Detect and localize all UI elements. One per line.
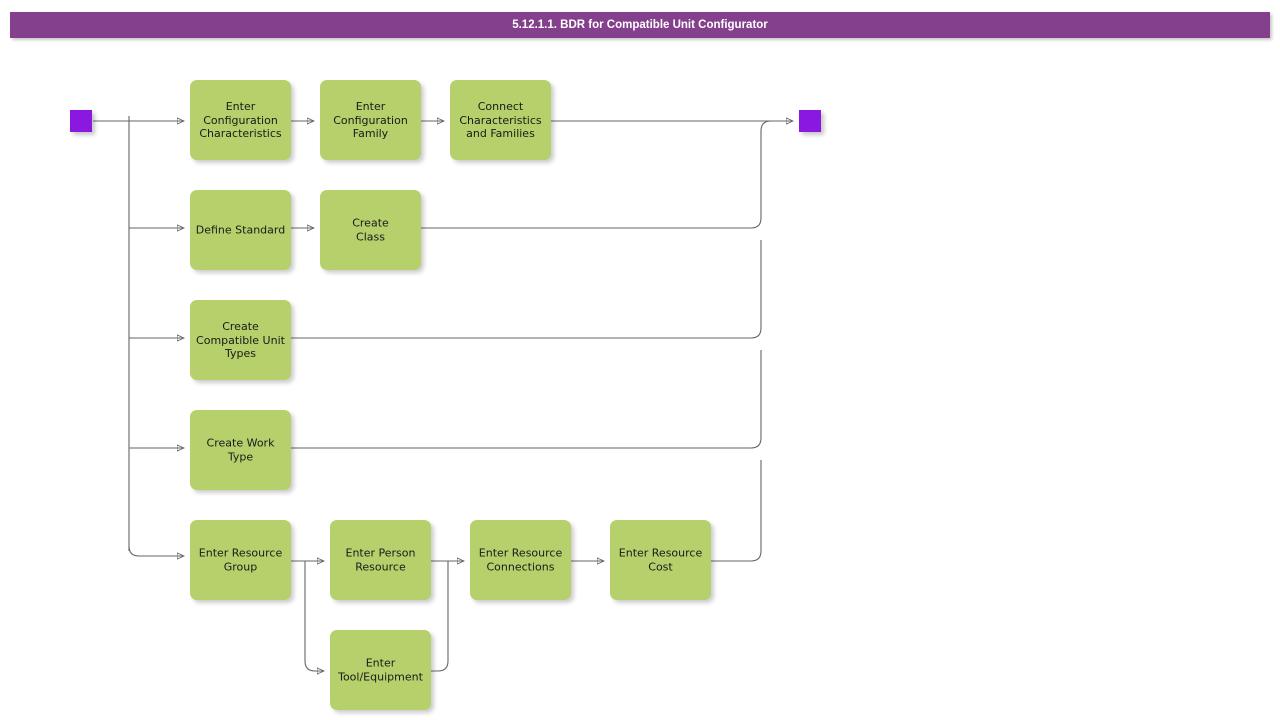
diagram-canvas: 5.12.1.1. BDR for Compatible Unit Config… — [0, 0, 1280, 720]
node-create-class[interactable]: Create Class — [320, 190, 421, 270]
end-terminal[interactable] — [799, 110, 821, 132]
node-enter-person-resource[interactable]: Enter Person Resource — [330, 520, 431, 600]
node-label: Create Work Type — [206, 436, 275, 464]
start-terminal[interactable] — [70, 110, 92, 132]
node-define-standard[interactable]: Define Standard — [190, 190, 291, 270]
node-label: Enter Configuration Characteristics — [199, 99, 282, 140]
node-enter-configuration-family[interactable]: Enter Configuration Family — [320, 80, 421, 160]
node-create-work-type[interactable]: Create Work Type — [190, 410, 291, 490]
diagram-title-bar: 5.12.1.1. BDR for Compatible Unit Config… — [10, 12, 1270, 38]
node-label: Define Standard — [195, 223, 286, 237]
node-label: Enter Resource Group — [198, 546, 283, 574]
node-label: Create Class — [352, 216, 389, 244]
node-label: Create Compatible Unit Types — [196, 319, 285, 360]
node-enter-resource-cost[interactable]: Enter Resource Cost — [610, 520, 711, 600]
node-label: Enter Configuration Family — [333, 99, 408, 140]
node-enter-configuration-characteristics[interactable]: Enter Configuration Characteristics — [190, 80, 291, 160]
node-label: Enter Person Resource — [345, 546, 416, 574]
edge-create-work-type-to-end — [291, 350, 762, 449]
node-enter-tool-equipment[interactable]: Enter Tool/Equipment — [330, 630, 431, 710]
node-create-compatible-unit-types[interactable]: Create Compatible Unit Types — [190, 300, 291, 380]
edge-enter-resource-group-to-enter-tool-equipment — [304, 561, 324, 671]
edge-start-to-enter-resource-group — [128, 545, 184, 556]
edge-enter-tool-equipment-to-enter-resource-connections — [431, 561, 449, 672]
node-label: Enter Resource Connections — [478, 546, 563, 574]
node-label: Enter Tool/Equipment — [338, 656, 423, 684]
node-enter-resource-group[interactable]: Enter Resource Group — [190, 520, 291, 600]
page-title: 5.12.1.1. BDR for Compatible Unit Config… — [512, 19, 768, 31]
node-connect-characteristics-and-families[interactable]: Connect Characteristics and Families — [450, 80, 551, 160]
node-enter-resource-connections[interactable]: Enter Resource Connections — [470, 520, 571, 600]
node-label: Connect Characteristics and Families — [459, 99, 542, 140]
node-label: Enter Resource Cost — [618, 546, 703, 574]
